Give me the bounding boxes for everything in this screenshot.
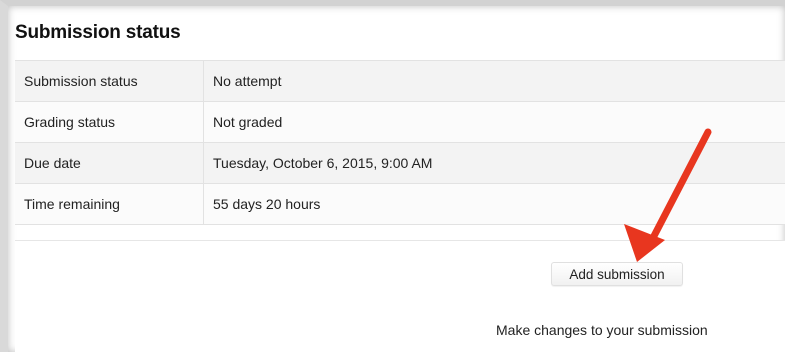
- table-row: Due date Tuesday, October 6, 2015, 9:00 …: [15, 143, 785, 184]
- page-title: Submission status: [15, 22, 181, 44]
- row-label: Grading status: [15, 102, 204, 143]
- submission-action-area: [15, 240, 785, 361]
- row-value: Not graded: [204, 102, 785, 143]
- table-row: Grading status Not graded: [15, 102, 785, 143]
- row-value: No attempt: [204, 61, 785, 102]
- row-value: Tuesday, October 6, 2015, 9:00 AM: [204, 143, 785, 184]
- table-row: Time remaining 55 days 20 hours: [15, 184, 785, 225]
- row-value: 55 days 20 hours: [204, 184, 785, 225]
- row-label: Due date: [15, 143, 204, 184]
- add-submission-button[interactable]: Add submission: [551, 262, 683, 286]
- row-label: Submission status: [15, 61, 204, 102]
- row-label: Time remaining: [15, 184, 204, 225]
- help-text: Make changes to your submission: [496, 322, 708, 338]
- submission-status-table: Submission status No attempt Grading sta…: [15, 60, 785, 225]
- table-row: Submission status No attempt: [15, 61, 785, 102]
